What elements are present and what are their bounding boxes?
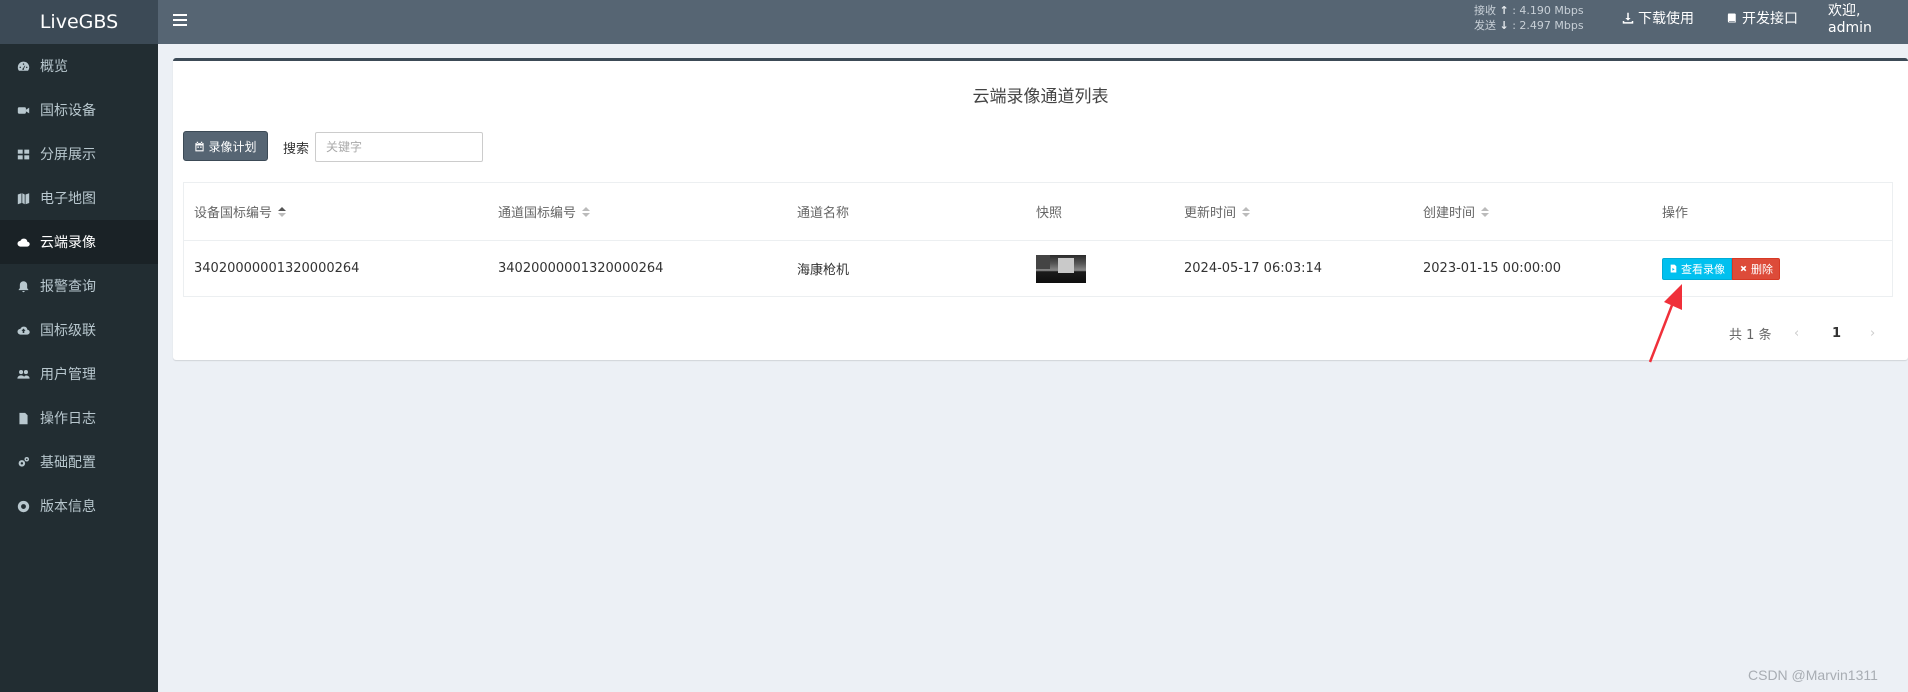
delete-button[interactable]: 删除 [1732, 257, 1780, 280]
sidebar-item-map[interactable]: 电子地图 [0, 176, 158, 220]
map-icon [16, 191, 30, 205]
col-device-id[interactable]: 设备国标编号 [194, 183, 287, 240]
pagination-page[interactable]: 1 [1832, 323, 1841, 343]
recording-plan-button[interactable]: 录像计划 [183, 131, 268, 161]
download-icon [1622, 12, 1634, 24]
bell-icon [16, 279, 30, 293]
sidebar-item-label: 分屏展示 [40, 147, 96, 163]
bandwidth-receive: 接收 ↑ : 4.190 Mbps [1474, 4, 1584, 17]
sort-asc-icon[interactable] [278, 206, 287, 218]
arrow-up-icon: ↑ [1499, 4, 1509, 17]
cell-channel-name: 海康枪机 [797, 263, 850, 278]
col-channel-name: 通道名称 [797, 206, 850, 221]
download-link[interactable]: 下载使用 [1622, 0, 1694, 36]
file-video-icon [1670, 264, 1677, 273]
bandwidth-stats: 接收 ↑ : 4.190 Mbps 发送 ↓ : 2.497 Mbps [1474, 3, 1584, 33]
sidebar-item-overview[interactable]: 概览 [0, 44, 158, 88]
sidebar: LiveGBS 概览 国标设备 分屏展示 电子地图 云端录像 报警查询 国标级联 [0, 0, 158, 692]
video-camera-icon [16, 103, 30, 117]
sidebar-item-cloud-recording[interactable]: 云端录像 [0, 220, 158, 264]
table-row: 34020000001320000264 3402000000132000026… [184, 241, 1892, 296]
watermark: CSDN @Marvin1311 [1748, 667, 1878, 683]
cell-updated: 2024-05-17 06:03:14 [1184, 261, 1323, 276]
search-input[interactable] [315, 132, 483, 162]
channel-table: 设备国标编号 通道国标编号 通道名称 快照 更新时间 创建时间 操作 34020… [183, 182, 1893, 297]
cell-snapshot [1036, 241, 1086, 296]
sidebar-item-label: 云端录像 [40, 235, 96, 251]
sidebar-item-label: 操作日志 [40, 411, 96, 427]
sidebar-item-version-info[interactable]: 版本信息 [0, 484, 158, 528]
col-updated[interactable]: 更新时间 [1184, 183, 1251, 240]
sidebar-item-label: 用户管理 [40, 367, 96, 383]
col-snapshot: 快照 [1036, 206, 1063, 221]
cell-created: 2023-01-15 00:00:00 [1423, 261, 1562, 276]
life-ring-icon [16, 499, 30, 513]
app-logo[interactable]: LiveGBS [0, 0, 158, 44]
sidebar-item-user-management[interactable]: 用户管理 [0, 352, 158, 396]
gears-icon [16, 455, 30, 469]
grid-icon [16, 147, 30, 161]
table-header: 设备国标编号 通道国标编号 通道名称 快照 更新时间 创建时间 操作 [184, 183, 1892, 241]
menu-toggle-icon[interactable] [172, 12, 188, 28]
arrow-down-icon: ↓ [1499, 19, 1509, 32]
sidebar-item-label: 基础配置 [40, 455, 96, 471]
col-created[interactable]: 创建时间 [1423, 183, 1490, 240]
cloud-icon [16, 235, 30, 249]
sidebar-item-alarm-query[interactable]: 报警查询 [0, 264, 158, 308]
cell-device-id: 34020000001320000264 [194, 261, 360, 276]
view-recording-button[interactable]: 查看录像 [1662, 257, 1732, 280]
cell-channel-id: 34020000001320000264 [498, 261, 664, 276]
sidebar-item-label: 版本信息 [40, 499, 96, 515]
pagination-total: 共 1 条 [1729, 327, 1772, 343]
pagination-prev-icon[interactable]: ‹ [1794, 323, 1799, 343]
sidebar-item-operation-log[interactable]: 操作日志 [0, 396, 158, 440]
dashboard-icon [16, 59, 30, 73]
user-welcome[interactable]: 欢迎, admin [1828, 0, 1908, 36]
sidebar-item-gb-cascade[interactable]: 国标级联 [0, 308, 158, 352]
col-channel-id[interactable]: 通道国标编号 [498, 183, 591, 240]
search-label: 搜索 [283, 142, 310, 157]
users-icon [16, 367, 30, 381]
sort-icon[interactable] [1481, 206, 1490, 218]
cloud-upload-icon [16, 323, 30, 337]
sidebar-item-label: 报警查询 [40, 279, 96, 295]
close-icon [1740, 265, 1747, 272]
sidebar-item-gb-devices[interactable]: 国标设备 [0, 88, 158, 132]
book-icon [1727, 13, 1736, 23]
sidebar-item-label: 概览 [40, 59, 68, 75]
file-icon [16, 411, 30, 425]
sidebar-item-label: 电子地图 [40, 191, 96, 207]
sort-icon[interactable] [582, 206, 591, 218]
sort-icon[interactable] [1242, 206, 1251, 218]
col-actions: 操作 [1662, 206, 1689, 221]
sidebar-item-label: 国标级联 [40, 323, 96, 339]
pagination-next-icon[interactable]: › [1870, 323, 1875, 343]
sidebar-nav: 概览 国标设备 分屏展示 电子地图 云端录像 报警查询 国标级联 用户管理 操作… [0, 44, 158, 528]
sidebar-item-basic-config[interactable]: 基础配置 [0, 440, 158, 484]
bandwidth-send: 发送 ↓ : 2.497 Mbps [1474, 19, 1584, 32]
sidebar-item-split-screen[interactable]: 分屏展示 [0, 132, 158, 176]
page-title: 云端录像通道列表 [972, 87, 1109, 107]
top-header: 接收 ↑ : 4.190 Mbps 发送 ↓ : 2.497 Mbps 下载使用… [158, 0, 1908, 44]
snapshot-thumbnail[interactable] [1036, 254, 1086, 283]
api-link[interactable]: 开发接口 [1726, 0, 1798, 36]
sidebar-item-label: 国标设备 [40, 103, 96, 119]
annotation-arrow-icon [1648, 284, 1682, 363]
calendar-icon [195, 141, 205, 151]
